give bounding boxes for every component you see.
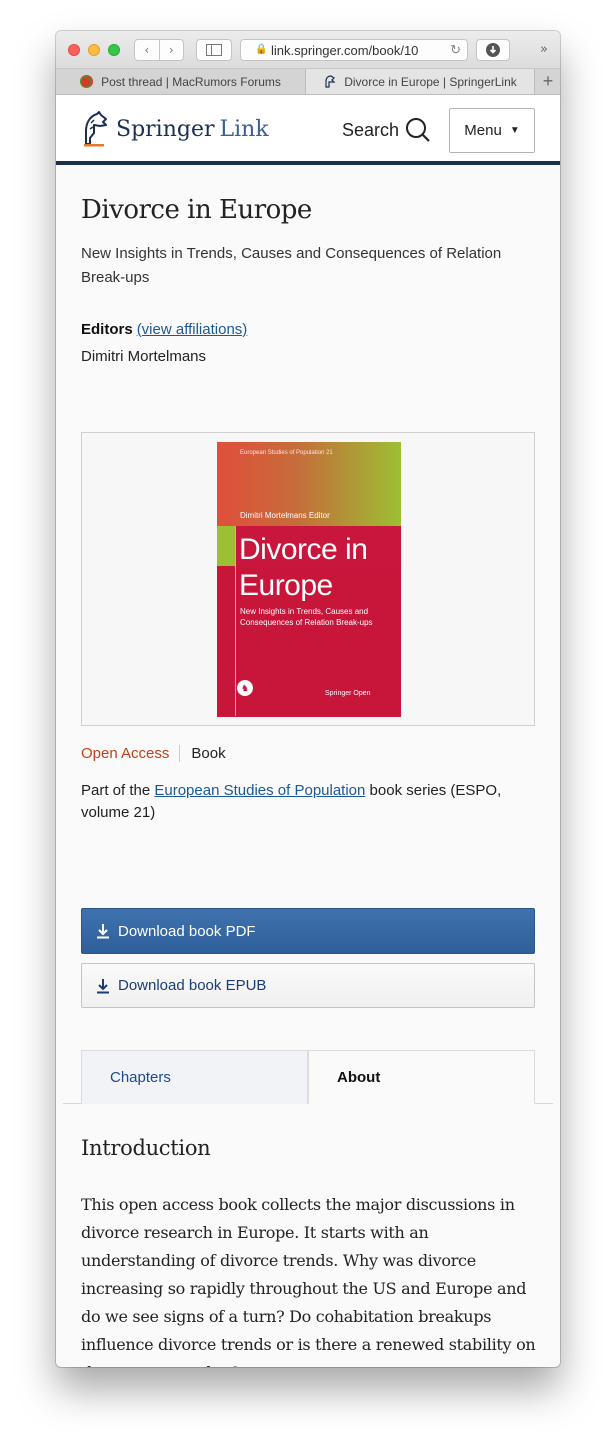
view-affiliations-link[interactable]: (view affiliations)	[137, 321, 248, 338]
download-epub-label: Download book EPUB	[118, 977, 267, 994]
cover-publisher: Springer Open	[325, 690, 371, 697]
search-icon	[406, 118, 430, 142]
back-button[interactable]: ‹	[135, 43, 159, 57]
sidebar-icon	[206, 44, 222, 56]
series-prefix: Part of the	[81, 782, 155, 799]
download-pdf-button[interactable]: Download book PDF	[81, 908, 535, 954]
tab-label: Divorce in Europe | SpringerLink	[344, 74, 517, 89]
introduction-heading: Introduction	[81, 1136, 211, 1160]
forward-button[interactable]: ›	[160, 43, 184, 57]
cover-title-line: Divorce in	[239, 533, 368, 566]
introduction-text: This open access book collects the major…	[81, 1195, 536, 1367]
cover-editor-line: Dimitri Mortelmans Editor	[240, 511, 330, 520]
springer-horse-icon	[84, 111, 107, 147]
browser-tab-macrumors[interactable]: Post thread | MacRumors Forums	[56, 69, 306, 94]
page-tabs: Chapters About	[63, 1050, 553, 1104]
menu-caret-icon: ▼	[509, 125, 520, 136]
browser-window: ‹ › 🔒 link.springer.com/book/10 ↻ » Post…	[56, 31, 560, 1367]
menu-button[interactable]: Menu ▼	[449, 108, 535, 153]
content-type: Book	[191, 745, 226, 762]
menu-label: Menu	[464, 122, 502, 139]
brand-name: Springer Link	[116, 117, 269, 142]
toolbar-overflow-button[interactable]: »	[540, 42, 548, 57]
sidebar-toggle-button[interactable]	[196, 39, 232, 61]
download-pdf-label: Download book PDF	[118, 922, 256, 940]
book-subtitle: New Insights in Trends, Causes and Conse…	[81, 245, 502, 286]
cover-series-line: European Studies of Population 21	[240, 450, 333, 456]
back-forward-group: ‹ ›	[134, 39, 184, 61]
cover-rule	[235, 526, 236, 716]
series-info: Part of the European Studies of Populati…	[81, 780, 531, 824]
browser-tab-springerlink[interactable]: Divorce in Europe | SpringerLink	[306, 69, 535, 94]
tab-about[interactable]: About	[308, 1050, 535, 1104]
tab-bar: Post thread | MacRumors Forums Divorce i…	[56, 69, 560, 95]
address-bar[interactable]: 🔒 link.springer.com/book/10 ↻	[240, 39, 468, 61]
title-bar: ‹ › 🔒 link.springer.com/book/10 ↻ »	[56, 31, 560, 69]
address-text: link.springer.com/book/10	[271, 42, 419, 58]
tab-chapters[interactable]: Chapters	[81, 1050, 308, 1104]
book-cover-frame: European Studies of Population 21 Dimitr…	[81, 432, 535, 726]
springerlink-logo[interactable]: Springer Link	[80, 111, 269, 147]
downloads-button[interactable]	[476, 39, 510, 61]
search-button[interactable]: Search	[342, 117, 431, 143]
brand-secondary: Link	[219, 116, 269, 142]
access-row: Open Access Book	[81, 745, 226, 762]
cover-subtitle: New Insights in Trends, Causes and Conse…	[240, 607, 373, 627]
reload-icon[interactable]: ↻	[447, 42, 461, 58]
minimize-window-button[interactable]	[88, 44, 100, 56]
cover-title-line: Europe	[239, 569, 333, 602]
close-window-button[interactable]	[68, 44, 80, 56]
cover-title: Divorce in Europe	[239, 532, 389, 604]
book-title: Divorce in Europe	[81, 195, 312, 225]
series-link[interactable]: European Studies of Population	[154, 782, 365, 799]
site-header: Springer Link Search Menu ▼	[56, 95, 560, 165]
editors-label: Editors	[81, 321, 133, 338]
tab-label: Post thread | MacRumors Forums	[101, 74, 281, 89]
macrumors-favicon-icon	[80, 75, 94, 88]
book-cover-image[interactable]: European Studies of Population 21 Dimitr…	[217, 442, 401, 717]
publisher-seal-icon: ♞	[237, 680, 253, 696]
lock-icon: 🔒	[255, 44, 268, 55]
download-arrow-icon	[97, 924, 109, 939]
brand-main: Springer	[116, 116, 215, 142]
editors-heading: Editors (view affiliations)	[81, 321, 247, 338]
download-epub-button[interactable]: Download book EPUB	[81, 963, 535, 1008]
search-label: Search	[342, 119, 400, 140]
download-arrow-icon	[97, 978, 109, 993]
springer-favicon-icon	[325, 75, 336, 88]
download-icon	[486, 43, 500, 57]
editor-name: Dimitri Mortelmans	[81, 348, 207, 365]
zoom-window-button[interactable]	[108, 44, 120, 56]
open-access-badge: Open Access	[81, 745, 181, 762]
new-tab-button[interactable]: +	[536, 70, 560, 92]
